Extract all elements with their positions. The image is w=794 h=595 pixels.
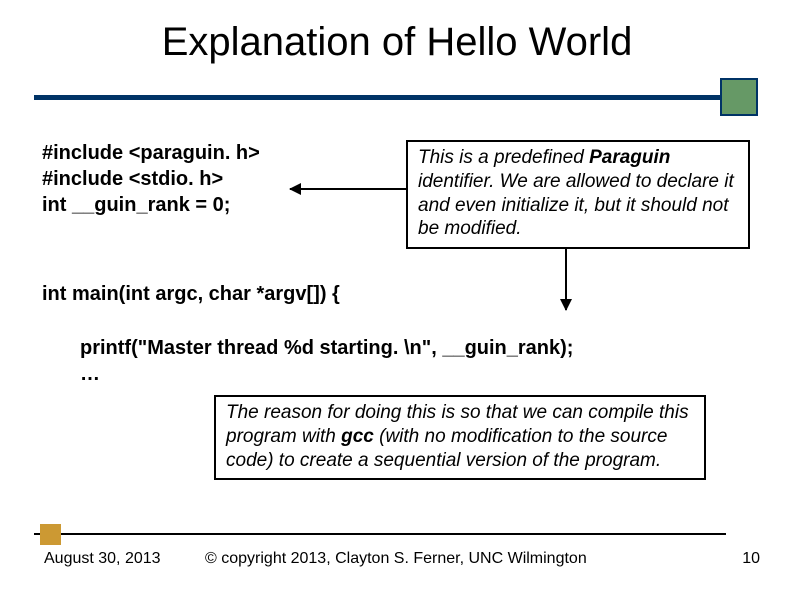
arrow-left-icon (290, 188, 406, 190)
code-line: printf("Master thread %d starting. \n", … (80, 335, 573, 361)
title-rule (34, 95, 726, 100)
callout-paraguin-identifier: This is a predefined Paraguin identifier… (406, 140, 750, 249)
footer-decor-square (40, 524, 61, 545)
callout-text: This is a predefined (418, 147, 589, 168)
code-line-main: int main(int argc, char *argv[]) { (42, 283, 340, 306)
callout-gcc-reason: The reason for doing this is so that we … (214, 395, 706, 480)
code-line: #include <paraguin. h> (42, 140, 260, 166)
callout-bold: gcc (341, 426, 374, 447)
footer-rule (34, 533, 726, 535)
slide: Explanation of Hello World #include <par… (0, 0, 794, 595)
footer-date: August 30, 2013 (44, 550, 161, 568)
code-line: … (80, 361, 573, 387)
title-decor-square (720, 78, 758, 116)
arrow-down-icon (565, 248, 567, 310)
code-line: #include <stdio. h> (42, 166, 260, 192)
slide-title: Explanation of Hello World (0, 0, 794, 65)
page-number: 10 (742, 550, 760, 568)
callout-bold: Paraguin (589, 147, 670, 168)
code-block-includes: #include <paraguin. h> #include <stdio. … (42, 140, 260, 218)
footer-copyright: © copyright 2013, Clayton S. Ferner, UNC… (205, 550, 587, 568)
callout-text: identifier. We are allowed to declare it… (418, 171, 734, 240)
code-block-body: printf("Master thread %d starting. \n", … (80, 335, 573, 387)
code-line: int __guin_rank = 0; (42, 192, 260, 218)
